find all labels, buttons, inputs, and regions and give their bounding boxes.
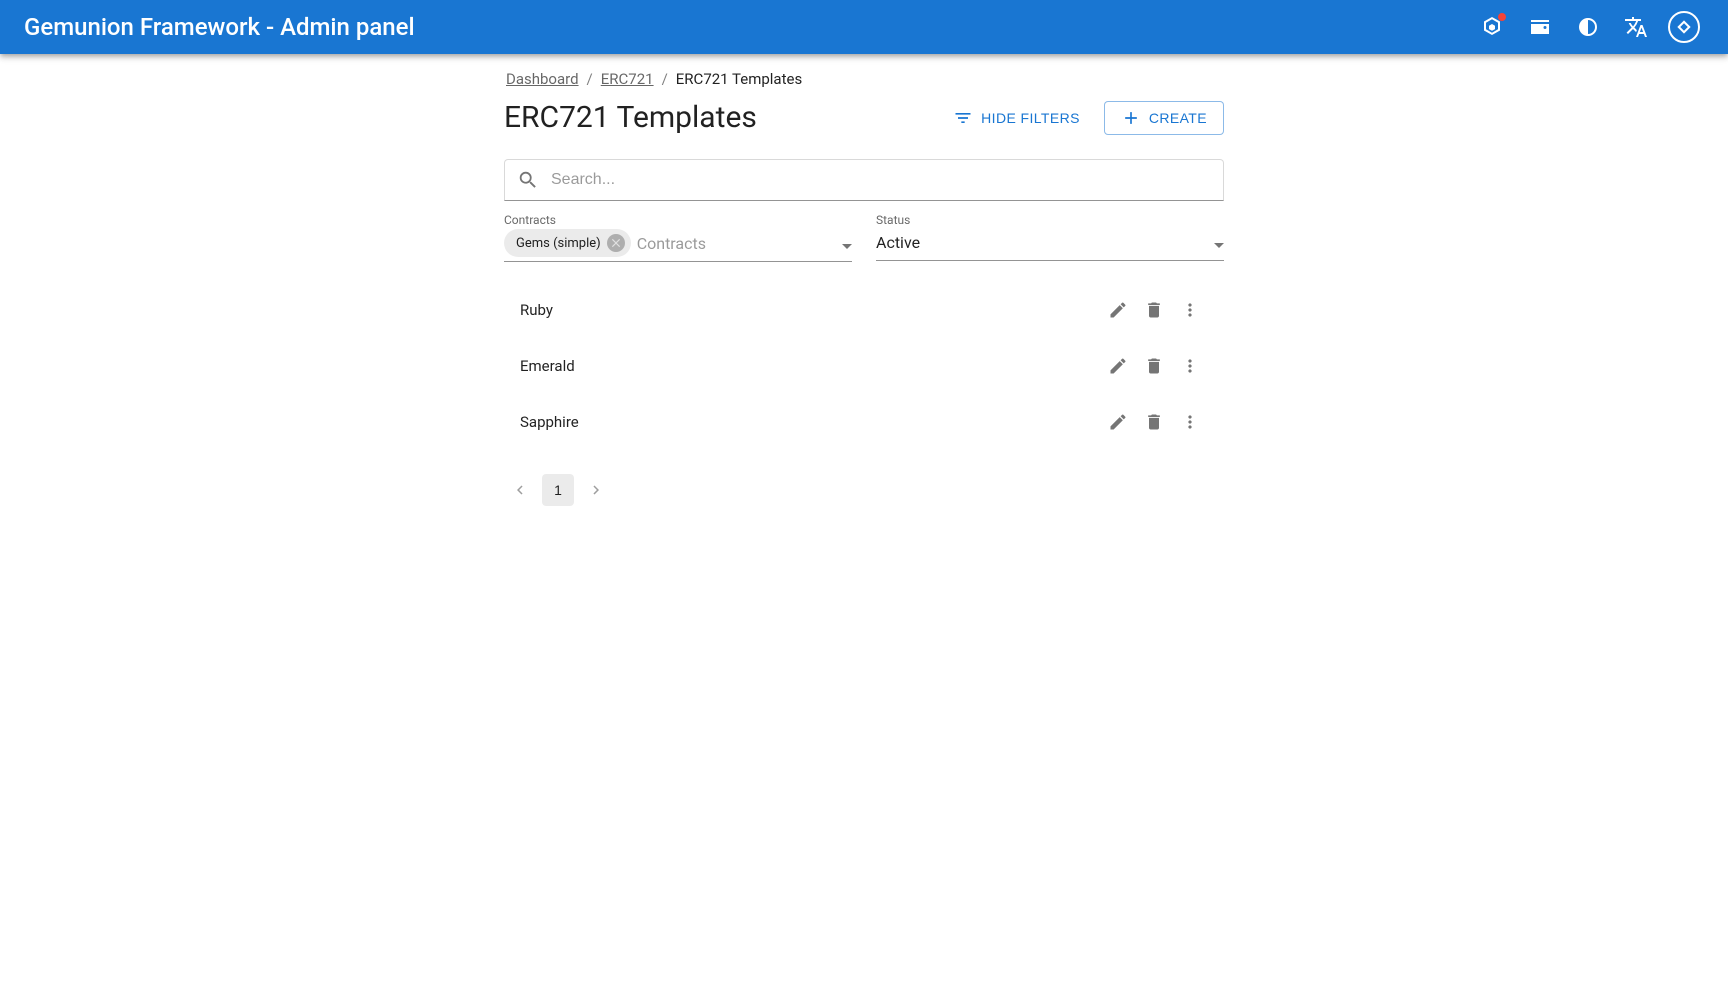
status-label: Status	[876, 213, 1224, 227]
contracts-filter: Contracts Gems (simple) Contracts	[504, 213, 852, 262]
list-item: Ruby	[504, 282, 1224, 338]
search-icon	[517, 169, 539, 191]
item-actions	[1100, 292, 1208, 328]
pencil-icon	[1108, 300, 1128, 320]
trash-icon	[1144, 356, 1164, 376]
breadcrumb: Dashboard / ERC721 / ERC721 Templates	[504, 70, 1224, 88]
pencil-icon	[1108, 412, 1128, 432]
breadcrumb-link-dashboard[interactable]: Dashboard	[506, 70, 579, 88]
edit-button[interactable]	[1100, 348, 1136, 384]
chevron-left-icon	[511, 481, 529, 499]
delete-button[interactable]	[1136, 348, 1172, 384]
edit-button[interactable]	[1100, 292, 1136, 328]
wallet-icon[interactable]	[1520, 7, 1560, 47]
more-button[interactable]	[1172, 292, 1208, 328]
item-name: Emerald	[520, 357, 1100, 375]
filters-row: Contracts Gems (simple) Contracts Status…	[504, 213, 1224, 262]
contracts-select[interactable]: Gems (simple) Contracts	[504, 229, 852, 262]
network-icon[interactable]	[1472, 7, 1512, 47]
breadcrumb-link-erc721[interactable]: ERC721	[601, 70, 654, 88]
more-vert-icon	[1180, 300, 1200, 320]
language-icon[interactable]	[1616, 7, 1656, 47]
page-title: ERC721 Templates	[504, 100, 945, 135]
plus-icon	[1121, 108, 1141, 128]
trash-icon	[1144, 300, 1164, 320]
pagination: 1	[504, 466, 1224, 514]
create-label: CREATE	[1149, 110, 1207, 126]
trash-icon	[1144, 412, 1164, 432]
search-box[interactable]	[504, 159, 1224, 201]
app-bar: Gemunion Framework - Admin panel	[0, 0, 1728, 54]
theme-toggle-icon[interactable]	[1568, 7, 1608, 47]
hide-filters-label: HIDE FILTERS	[981, 110, 1080, 126]
delete-button[interactable]	[1136, 404, 1172, 440]
breadcrumb-current: ERC721 Templates	[676, 70, 802, 88]
item-actions	[1100, 404, 1208, 440]
breadcrumb-separator: /	[662, 70, 668, 88]
page-header: ERC721 Templates HIDE FILTERS CREATE	[504, 100, 1224, 135]
edit-button[interactable]	[1100, 404, 1136, 440]
hide-filters-button[interactable]: HIDE FILTERS	[945, 102, 1088, 134]
contracts-label: Contracts	[504, 213, 852, 227]
page-number-1[interactable]: 1	[542, 474, 574, 506]
header-actions: HIDE FILTERS CREATE	[945, 101, 1224, 135]
list-item: Emerald	[504, 338, 1224, 394]
filter-icon	[953, 108, 973, 128]
dropdown-arrow-icon	[842, 234, 852, 253]
search-input[interactable]	[551, 171, 1211, 189]
status-filter: Status Active	[876, 213, 1224, 262]
app-title: Gemunion Framework - Admin panel	[24, 13, 1472, 41]
user-avatar[interactable]	[1664, 7, 1704, 47]
list-item: Sapphire	[504, 394, 1224, 450]
more-vert-icon	[1180, 356, 1200, 376]
breadcrumb-separator: /	[587, 70, 593, 88]
more-button[interactable]	[1172, 404, 1208, 440]
create-button[interactable]: CREATE	[1104, 101, 1224, 135]
item-name: Ruby	[520, 301, 1100, 319]
status-value: Active	[876, 233, 1224, 252]
page-next-button[interactable]	[580, 474, 612, 506]
contracts-placeholder: Contracts	[637, 234, 852, 253]
pencil-icon	[1108, 356, 1128, 376]
notification-dot	[1498, 13, 1506, 21]
more-button[interactable]	[1172, 348, 1208, 384]
status-select[interactable]: Active	[876, 229, 1224, 261]
contract-chip: Gems (simple)	[504, 229, 631, 257]
app-bar-actions	[1472, 7, 1704, 47]
item-name: Sapphire	[520, 413, 1100, 431]
page-prev-button[interactable]	[504, 474, 536, 506]
item-actions	[1100, 348, 1208, 384]
templates-list: Ruby Emerald Sapphire	[504, 282, 1224, 450]
chevron-right-icon	[587, 481, 605, 499]
main-content: Dashboard / ERC721 / ERC721 Templates ER…	[504, 54, 1224, 530]
chip-label: Gems (simple)	[516, 236, 601, 251]
dropdown-arrow-icon	[1214, 233, 1224, 252]
delete-button[interactable]	[1136, 292, 1172, 328]
more-vert-icon	[1180, 412, 1200, 432]
chip-delete-icon[interactable]	[607, 234, 625, 252]
